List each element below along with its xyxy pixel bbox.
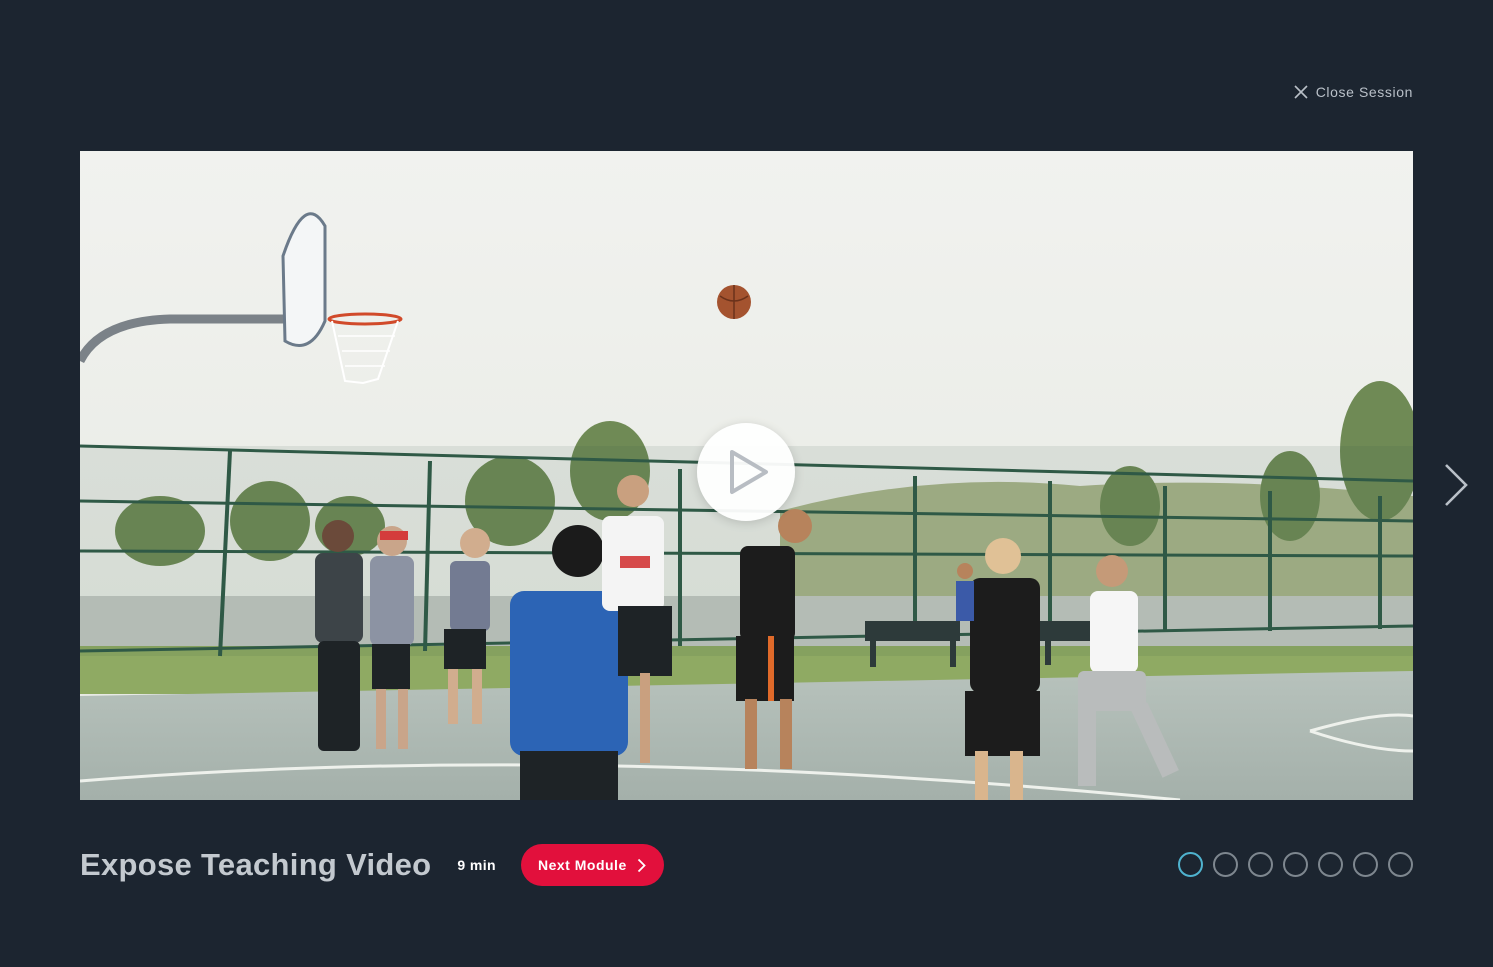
pager-dot[interactable] <box>1178 852 1203 877</box>
play-icon <box>730 450 768 494</box>
video-player[interactable] <box>80 151 1413 800</box>
close-icon <box>1294 85 1308 99</box>
pager-dot[interactable] <box>1318 852 1343 877</box>
close-session-label: Close Session <box>1315 84 1413 100</box>
chevron-right-icon[interactable] <box>1441 462 1471 508</box>
next-module-label: Next Module <box>538 857 627 873</box>
video-duration: 9 min <box>457 857 496 873</box>
pager-dot[interactable] <box>1213 852 1238 877</box>
next-module-button[interactable]: Next Module <box>521 844 664 886</box>
pager-dot[interactable] <box>1283 852 1308 877</box>
video-title: Expose Teaching Video <box>80 847 432 882</box>
chevron-right-icon <box>637 858 646 872</box>
pager-dot[interactable] <box>1248 852 1273 877</box>
close-session-button[interactable]: Close Session <box>1294 84 1413 100</box>
pager-dot[interactable] <box>1388 852 1413 877</box>
video-footer: Expose Teaching Video 9 min Next Module <box>80 844 664 886</box>
play-button[interactable] <box>697 423 795 521</box>
session-player: Close Session Expose Teaching Video 9 mi… <box>0 0 1493 967</box>
pager-dot[interactable] <box>1353 852 1378 877</box>
module-pager <box>1178 852 1413 877</box>
